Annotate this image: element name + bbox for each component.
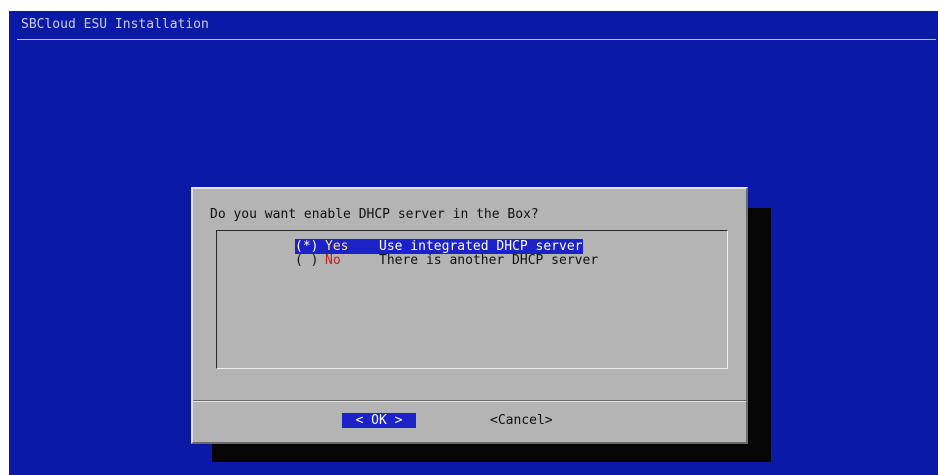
cancel-button[interactable]: <Cancel> <box>490 413 553 428</box>
option-description: Use integrated DHCP server <box>379 239 583 254</box>
radio-list: (*) Yes Use integrated DHCP server ( ) N… <box>216 230 728 369</box>
option-no[interactable]: ( ) No There is another DHCP server <box>295 253 598 268</box>
window-title: SBCloud ESU Installation <box>21 17 209 32</box>
option-description: There is another DHCP server <box>379 253 599 268</box>
dialog-question: Do you want enable DHCP server in the Bo… <box>210 207 539 222</box>
option-tag: No <box>325 253 379 268</box>
option-tag-label: Yes <box>325 239 349 254</box>
dhcp-dialog: Do you want enable DHCP server in the Bo… <box>191 187 748 444</box>
radio-indicator[interactable]: ( ) <box>295 253 325 268</box>
option-tag: Yes <box>325 239 379 254</box>
button-divider <box>193 400 746 402</box>
radio-indicator[interactable]: (*) <box>295 239 325 254</box>
title-divider <box>17 39 936 40</box>
option-tag-label: No <box>325 253 341 268</box>
ok-button[interactable]: < OK > <box>342 413 416 428</box>
terminal-screen: SBCloud ESU Installation Do you want ena… <box>9 11 938 475</box>
option-yes[interactable]: (*) Yes Use integrated DHCP server <box>295 239 583 254</box>
